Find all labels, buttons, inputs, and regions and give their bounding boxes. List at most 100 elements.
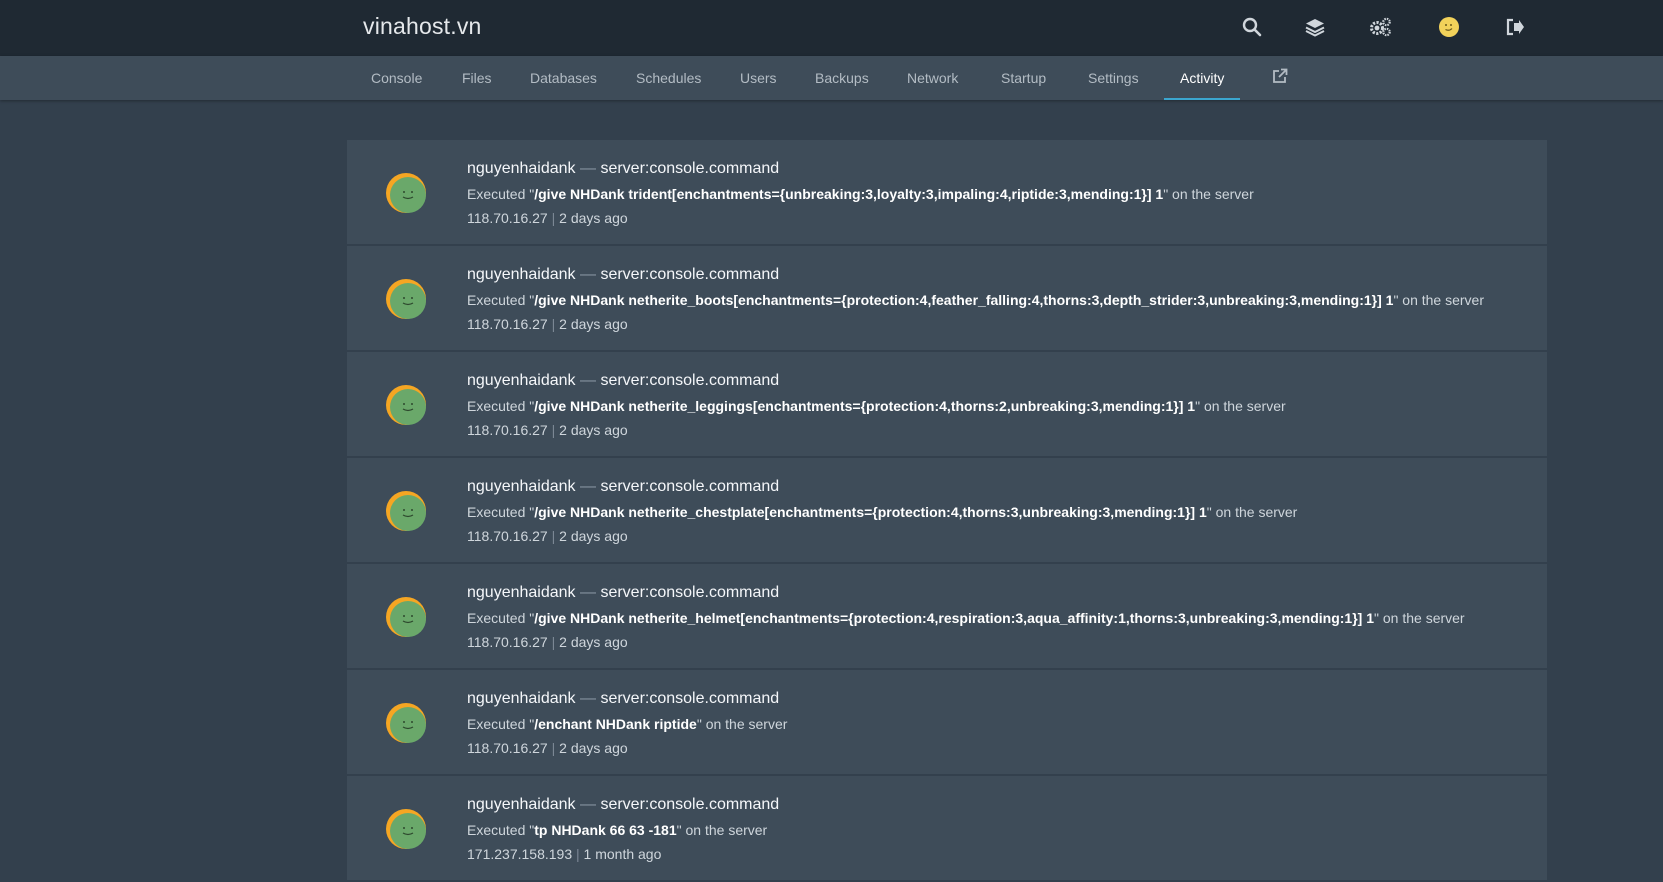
user-avatar: [385, 172, 427, 214]
meta-divider: |: [551, 210, 556, 226]
layers-icon[interactable]: [1303, 15, 1327, 39]
user-avatar: [385, 278, 427, 320]
activity-time: 2 days ago: [559, 528, 628, 544]
activity-meta: 118.70.16.27 | 2 days ago: [467, 210, 628, 226]
user-avatar: [385, 384, 427, 426]
activity-title: nguyenhaidank — server:console.command: [467, 796, 779, 814]
activity-user[interactable]: nguyenhaidank: [467, 690, 576, 707]
activity-description: Executed "/give NHDank netherite_legging…: [467, 398, 1286, 414]
meta-divider: |: [576, 846, 580, 862]
activity-separator: —: [580, 690, 596, 707]
activity-meta: 171.237.158.193 | 1 month ago: [467, 846, 661, 862]
activity-command: tp NHDank 66 63 -181: [534, 822, 677, 838]
description-prefix: Executed ": [467, 504, 535, 520]
activity-user[interactable]: nguyenhaidank: [467, 796, 576, 813]
activity-row[interactable]: nguyenhaidank — server:console.command E…: [347, 458, 1547, 562]
activity-time: 1 month ago: [583, 846, 662, 862]
user-avatar-icon[interactable]: [1437, 15, 1461, 39]
activity-row[interactable]: nguyenhaidank — server:console.command E…: [347, 670, 1547, 774]
description-suffix: " on the server: [1206, 504, 1298, 520]
activity-title: nguyenhaidank — server:console.command: [467, 584, 779, 602]
smiley-avatar-icon: [386, 491, 426, 531]
activity-separator: —: [580, 584, 596, 601]
activity-separator: —: [580, 372, 596, 389]
activity-event: server:console.command: [600, 160, 780, 177]
tab-activity[interactable]: Activity: [1164, 56, 1241, 100]
activity-description: Executed "/give NHDank netherite_helmet[…: [467, 610, 1465, 626]
activity-row[interactable]: nguyenhaidank — server:console.command E…: [347, 352, 1547, 456]
activity-title: nguyenhaidank — server:console.command: [467, 690, 779, 708]
activity-time: 2 days ago: [559, 422, 628, 438]
tab-network[interactable]: Network: [899, 56, 966, 100]
activity-ip: 118.70.16.27: [467, 422, 548, 438]
activity-row[interactable]: nguyenhaidank — server:console.command E…: [347, 246, 1547, 350]
description-prefix: Executed ": [467, 822, 535, 838]
activity-ip: 118.70.16.27: [467, 316, 548, 332]
tab-settings[interactable]: Settings: [1080, 56, 1147, 100]
tab-databases[interactable]: Databases: [522, 56, 605, 100]
activity-row[interactable]: nguyenhaidank — server:console.command E…: [347, 140, 1547, 244]
smiley-avatar-icon: [386, 809, 426, 849]
tab-console[interactable]: Console: [363, 56, 430, 100]
description-suffix: " on the server: [1195, 398, 1286, 414]
activity-feed: nguyenhaidank — server:console.command E…: [347, 140, 1547, 882]
meta-divider: |: [551, 740, 556, 756]
description-prefix: Executed ": [467, 716, 535, 732]
tab-files[interactable]: Files: [454, 56, 500, 100]
sign-out-icon[interactable]: [1503, 15, 1527, 39]
user-avatar: [385, 596, 427, 638]
activity-row[interactable]: nguyenhaidank — server:console.command E…: [347, 776, 1547, 880]
activity-separator: —: [580, 478, 596, 495]
meta-divider: |: [551, 634, 556, 650]
activity-user[interactable]: nguyenhaidank: [467, 584, 576, 601]
description-prefix: Executed ": [467, 292, 535, 308]
activity-user[interactable]: nguyenhaidank: [467, 160, 576, 177]
tab-users[interactable]: Users: [732, 56, 785, 100]
activity-separator: —: [580, 266, 596, 283]
activity-description: Executed "/give NHDank netherite_chestpl…: [467, 504, 1297, 520]
activity-separator: —: [580, 160, 596, 177]
activity-user[interactable]: nguyenhaidank: [467, 372, 576, 389]
activity-event: server:console.command: [600, 478, 780, 495]
activity-description: Executed "tp NHDank 66 63 -181" on the s…: [467, 822, 767, 838]
activity-separator: —: [580, 796, 596, 813]
activity-command: /give NHDank netherite_chestplate[enchan…: [534, 504, 1207, 520]
activity-event: server:console.command: [600, 796, 780, 813]
activity-command: /give NHDank netherite_helmet[enchantmen…: [534, 610, 1375, 626]
activity-ip: 118.70.16.27: [467, 634, 548, 650]
activity-description: Executed "/enchant NHDank riptide" on th…: [467, 716, 787, 732]
cogs-icon[interactable]: [1368, 15, 1392, 39]
brand-logo-text[interactable]: vinahost.vn: [363, 13, 482, 40]
description-prefix: Executed ": [467, 186, 535, 202]
activity-event: server:console.command: [600, 584, 780, 601]
activity-event: server:console.command: [600, 372, 780, 389]
smiley-avatar-icon: [386, 385, 426, 425]
smiley-avatar-icon: [386, 279, 426, 319]
user-avatar: [385, 808, 427, 850]
activity-meta: 118.70.16.27 | 2 days ago: [467, 634, 628, 650]
activity-command: /give NHDank netherite_leggings[enchantm…: [534, 398, 1196, 414]
description-suffix: " on the server: [696, 716, 788, 732]
activity-ip: 171.237.158.193: [467, 846, 573, 862]
external-link-icon[interactable]: [1264, 68, 1296, 88]
top-navbar: vinahost.vn: [0, 0, 1663, 56]
activity-user[interactable]: nguyenhaidank: [467, 266, 576, 283]
description-prefix: Executed ": [467, 398, 535, 414]
activity-time: 2 days ago: [559, 740, 628, 756]
tab-startup[interactable]: Startup: [993, 56, 1054, 100]
user-avatar: [385, 490, 427, 532]
activity-title: nguyenhaidank — server:console.command: [467, 160, 779, 178]
description-suffix: " on the server: [1374, 610, 1465, 626]
tab-schedules[interactable]: Schedules: [628, 56, 709, 100]
activity-row[interactable]: nguyenhaidank — server:console.command E…: [347, 564, 1547, 668]
activity-time: 2 days ago: [559, 210, 628, 226]
activity-meta: 118.70.16.27 | 2 days ago: [467, 740, 628, 756]
tab-backups[interactable]: Backups: [807, 56, 877, 100]
meta-divider: |: [551, 422, 556, 438]
activity-title: nguyenhaidank — server:console.command: [467, 372, 779, 390]
activity-title: nguyenhaidank — server:console.command: [467, 478, 779, 496]
activity-command: /enchant NHDank riptide: [534, 716, 697, 732]
description-suffix: " on the server: [676, 822, 768, 838]
activity-user[interactable]: nguyenhaidank: [467, 478, 576, 495]
search-icon[interactable]: [1240, 15, 1264, 39]
